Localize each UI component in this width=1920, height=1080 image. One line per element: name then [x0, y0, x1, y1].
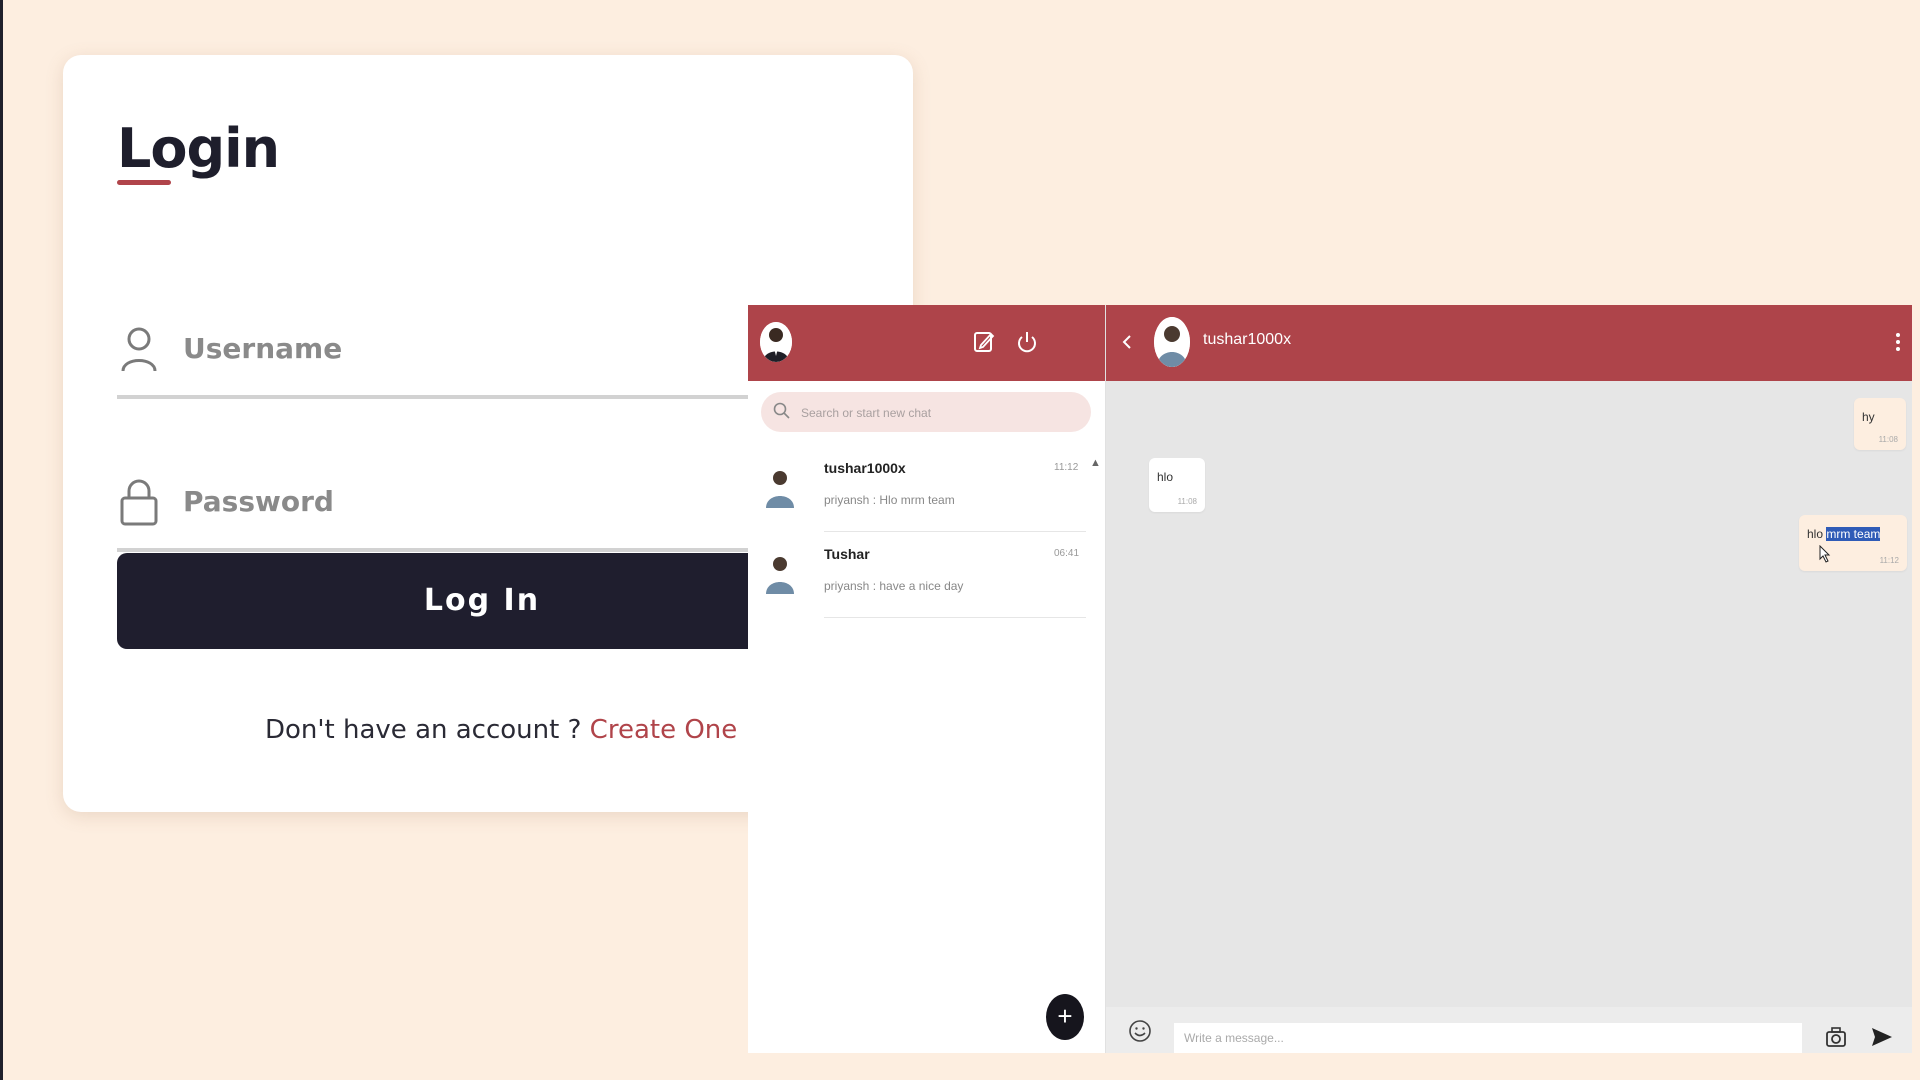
compose-icon[interactable] — [972, 329, 996, 355]
chat-sidebar: ▲ tushar1000x 11:12 priyansh : Hlo mrm t… — [748, 305, 1106, 1053]
username-input[interactable] — [181, 317, 785, 379]
chat-app-window: ▲ tushar1000x 11:12 priyansh : Hlo mrm t… — [748, 305, 1912, 1053]
message-composer — [1106, 1007, 1912, 1053]
contact-avatar — [764, 466, 796, 508]
my-avatar[interactable] — [760, 322, 792, 362]
back-arrow-icon[interactable] — [1120, 331, 1134, 353]
message-text-plain: hlo — [1807, 527, 1827, 541]
user-icon — [121, 327, 157, 372]
create-account-link[interactable]: Create One — [590, 715, 738, 745]
mouse-cursor-icon — [1819, 545, 1831, 563]
message-time: 11:08 — [1177, 497, 1197, 506]
username-field[interactable] — [117, 305, 817, 399]
login-button-label: Log In — [423, 583, 541, 618]
scroll-up-arrow-icon[interactable]: ▲ — [1090, 457, 1101, 469]
message-time: 11:12 — [1879, 556, 1899, 565]
selected-text: mrm team — [1826, 527, 1881, 541]
chat-search[interactable] — [761, 392, 1091, 432]
person-avatar-icon — [766, 557, 794, 594]
signup-prompt: Don't have an account ? — [265, 715, 582, 745]
password-field[interactable] — [117, 458, 817, 552]
message-bubble: hlo 11:08 — [1149, 458, 1205, 512]
message-bubble: hy 11:08 — [1854, 398, 1906, 450]
send-icon[interactable] — [1870, 1025, 1894, 1049]
chat-name: Tushar — [824, 546, 870, 562]
contact-avatar — [764, 552, 796, 594]
chat-preview: priyansh : have a nice day — [824, 579, 964, 593]
person-avatar-icon — [760, 322, 792, 362]
contact-avatar[interactable] — [1154, 317, 1190, 367]
conversation-pane: tushar1000x hy 11:08 hlo 11:08 hlo mrm t… — [1106, 305, 1912, 1053]
chat-name: tushar1000x — [824, 460, 906, 476]
message-bubble: hlo mrm team 11:12 — [1799, 515, 1907, 571]
message-text: hy — [1862, 410, 1875, 424]
message-input[interactable] — [1174, 1023, 1802, 1053]
camera-icon[interactable] — [1824, 1025, 1848, 1049]
message-time: 11:08 — [1878, 435, 1898, 444]
message-text: hlo — [1157, 470, 1174, 484]
lock-icon — [120, 479, 158, 526]
person-avatar-icon — [766, 471, 794, 508]
divider — [824, 617, 1086, 618]
title-underline — [117, 180, 171, 185]
password-input[interactable] — [181, 470, 785, 532]
search-input[interactable] — [799, 398, 1083, 428]
more-options-icon[interactable] — [1895, 331, 1901, 353]
chat-list-item[interactable]: Tushar 06:41 priyansh : have a nice day — [748, 532, 1088, 618]
window-edge — [0, 0, 3, 1080]
person-avatar-icon — [1154, 317, 1190, 367]
message-text[interactable]: hlo mrm team — [1807, 527, 1881, 541]
login-title: Login — [117, 117, 280, 180]
chat-list-item[interactable]: tushar1000x 11:12 priyansh : Hlo mrm tea… — [748, 446, 1088, 532]
power-icon[interactable] — [1015, 329, 1039, 355]
new-chat-button[interactable]: + — [1046, 994, 1084, 1040]
signup-line: Don't have an account ? Create One — [265, 715, 737, 745]
chat-preview: priyansh : Hlo mrm team — [824, 493, 955, 507]
emoji-icon[interactable] — [1128, 1019, 1152, 1043]
conversation-header: tushar1000x — [1106, 305, 1912, 381]
login-button[interactable]: Log In — [117, 553, 837, 649]
search-icon — [773, 402, 790, 419]
sidebar-header — [748, 305, 1105, 381]
chat-time: 11:12 — [1054, 462, 1079, 473]
contact-name: tushar1000x — [1203, 331, 1292, 348]
chat-time: 06:41 — [1054, 548, 1080, 559]
